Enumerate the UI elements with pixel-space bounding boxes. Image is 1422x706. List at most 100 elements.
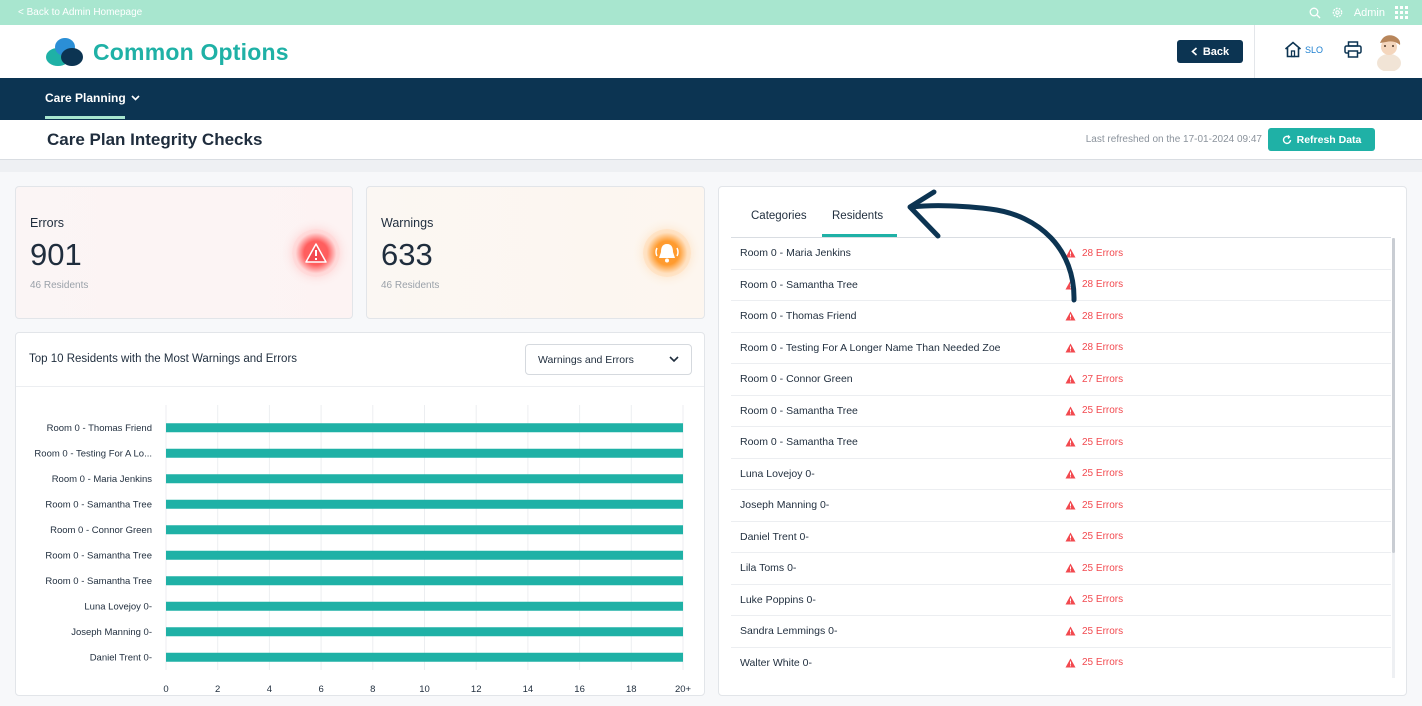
refresh-data-label: Refresh Data — [1296, 133, 1362, 146]
scrollbar-thumb[interactable] — [1392, 238, 1395, 553]
tab-residents[interactable]: Residents — [832, 210, 883, 222]
resident-error-label: 25 Errors — [1082, 405, 1124, 417]
x-tick-label: 12 — [471, 684, 482, 693]
x-tick-label: 2 — [215, 684, 220, 693]
resident-error-count: 28 Errors — [1065, 279, 1123, 290]
error-alert-icon — [292, 229, 340, 277]
admin-user-label[interactable]: Admin — [1354, 7, 1385, 19]
resident-error-label: 28 Errors — [1082, 279, 1124, 291]
resident-error-label: 25 Errors — [1082, 562, 1124, 574]
bar[interactable] — [166, 525, 683, 535]
top-bar-right: Admin — [1309, 6, 1408, 19]
resident-row[interactable]: Luke Poppins 0- 25 Errors — [731, 585, 1391, 616]
error-triangle-icon — [1065, 406, 1076, 416]
resident-name: Daniel Trent 0- — [740, 530, 809, 543]
chart-filter-select[interactable]: Warnings and Errors — [525, 344, 692, 375]
resident-error-label: 28 Errors — [1082, 310, 1124, 322]
top-bar: < Back to Admin Homepage Admin — [0, 0, 1422, 25]
resident-error-count: 25 Errors — [1065, 594, 1123, 605]
resident-error-label: 28 Errors — [1082, 247, 1124, 259]
bar[interactable] — [166, 448, 683, 458]
resident-row[interactable]: Room 0 - Samantha Tree 25 Errors — [731, 427, 1391, 459]
nav-care-planning[interactable]: Care Planning — [45, 91, 140, 105]
resident-name: Room 0 - Samantha Tree — [740, 278, 858, 291]
printer-icon[interactable] — [1344, 41, 1362, 63]
resident-row[interactable]: Luna Lovejoy 0- 25 Errors — [731, 459, 1391, 490]
resident-row[interactable]: Room 0 - Samantha Tree 28 Errors — [731, 270, 1391, 301]
residents-panel: Categories Residents Room 0 - Maria Jenk… — [718, 186, 1407, 696]
search-icon[interactable] — [1309, 7, 1321, 19]
bar[interactable] — [166, 499, 683, 509]
y-category-label: Joseph Manning 0- — [71, 627, 152, 638]
apps-grid-icon[interactable] — [1395, 6, 1408, 19]
avatar[interactable] — [1374, 31, 1404, 72]
home-icon — [1284, 41, 1302, 58]
back-button[interactable]: Back — [1177, 40, 1243, 63]
last-refreshed-text: Last refreshed on the 17-01-2024 09:47 — [1085, 134, 1262, 145]
gear-icon[interactable] — [1331, 6, 1344, 19]
bar[interactable] — [166, 576, 683, 586]
error-triangle-icon — [1065, 532, 1076, 542]
y-category-label: Daniel Trent 0- — [90, 652, 152, 663]
y-category-label: Room 0 - Testing For A Lo... — [34, 448, 152, 459]
resident-error-count: 25 Errors — [1065, 657, 1123, 668]
slo-label: SLO — [1305, 44, 1324, 55]
warnings-card: Warnings 633 46 Residents — [366, 186, 705, 319]
resident-row[interactable]: Room 0 - Thomas Friend 28 Errors — [731, 301, 1391, 333]
main-nav: Care Planning — [0, 78, 1422, 120]
bar[interactable] — [166, 550, 683, 560]
bar[interactable] — [166, 474, 683, 484]
warnings-residents: 46 Residents — [381, 280, 440, 291]
resident-name: Luna Lovejoy 0- — [740, 467, 815, 480]
residents-list: Room 0 - Maria Jenkins 28 Errors Room 0 - … — [731, 238, 1391, 678]
y-category-label: Room 0 - Samantha Tree — [45, 499, 152, 510]
y-category-label: Luna Lovejoy 0- — [84, 601, 152, 612]
back-button-label: Back — [1202, 45, 1230, 58]
resident-error-label: 25 Errors — [1082, 436, 1124, 448]
resident-error-label: 27 Errors — [1082, 373, 1124, 385]
chart-filter-value: Warnings and Errors — [538, 353, 634, 366]
bar[interactable] — [166, 601, 683, 611]
resident-name: Room 0 - Connor Green — [740, 373, 853, 386]
bar[interactable] — [166, 652, 683, 662]
tab-categories[interactable]: Categories — [751, 210, 807, 222]
resident-row[interactable]: Joseph Manning 0- 25 Errors — [731, 490, 1391, 522]
resident-error-count: 28 Errors — [1065, 248, 1123, 259]
resident-row[interactable]: Room 0 - Testing For A Longer Name Than … — [731, 333, 1391, 364]
logo[interactable]: Common Options — [45, 37, 289, 67]
resident-name: Walter White 0- — [740, 656, 812, 669]
resident-error-count: 25 Errors — [1065, 500, 1123, 511]
resident-row[interactable]: Daniel Trent 0- 25 Errors — [731, 522, 1391, 553]
resident-row[interactable]: Room 0 - Connor Green 27 Errors — [731, 364, 1391, 396]
resident-row[interactable]: Sandra Lemmings 0- 25 Errors — [731, 616, 1391, 648]
bar[interactable] — [166, 423, 683, 433]
content-top-band — [0, 160, 1422, 172]
resident-row[interactable]: Room 0 - Maria Jenkins 28 Errors — [731, 238, 1391, 270]
resident-row[interactable]: Lila Toms 0- 25 Errors — [731, 553, 1391, 585]
error-triangle-icon — [1065, 626, 1076, 636]
x-tick-label: 4 — [267, 684, 272, 693]
bar[interactable] — [166, 627, 683, 637]
page-title: Care Plan Integrity Checks — [47, 130, 263, 149]
back-to-admin-link[interactable]: < Back to Admin Homepage — [18, 7, 142, 18]
resident-name: Room 0 - Samantha Tree — [740, 404, 858, 417]
x-tick-label: 18 — [626, 684, 637, 693]
page-title-bar: Care Plan Integrity Checks Last refreshe… — [0, 120, 1422, 160]
resident-row[interactable]: Room 0 - Samantha Tree 25 Errors — [731, 396, 1391, 427]
refresh-icon — [1282, 134, 1292, 145]
chevron-down-icon — [669, 356, 679, 363]
errors-label: Errors — [30, 216, 65, 230]
errors-residents: 46 Residents — [30, 280, 89, 291]
resident-name: Room 0 - Testing For A Longer Name Than … — [740, 341, 1001, 354]
error-triangle-icon — [1065, 374, 1076, 384]
refresh-data-button[interactable]: Refresh Data — [1268, 128, 1375, 151]
resident-row[interactable]: Walter White 0- 25 Errors — [731, 648, 1391, 679]
bell-icon — [643, 229, 691, 277]
home-slo-link[interactable]: SLO — [1284, 41, 1323, 58]
chart-header-divider — [16, 386, 704, 387]
resident-error-label: 28 Errors — [1082, 342, 1124, 354]
app-header: Common Options Back SLO — [0, 25, 1422, 78]
resident-error-count: 25 Errors — [1065, 405, 1123, 416]
x-tick-label: 8 — [370, 684, 375, 693]
resident-error-count: 28 Errors — [1065, 342, 1123, 353]
